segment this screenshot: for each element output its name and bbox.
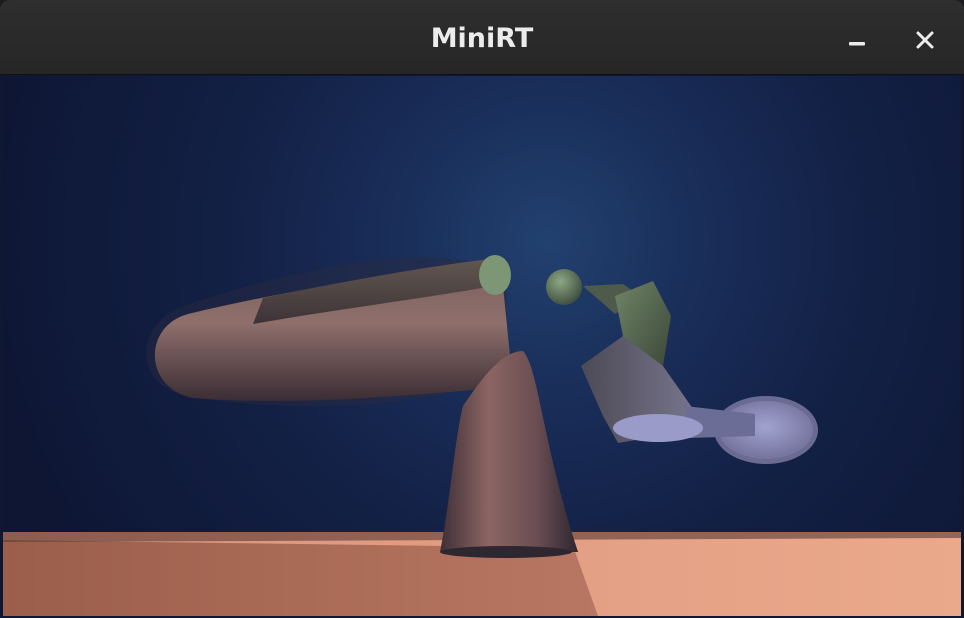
close-button[interactable]: [907, 22, 943, 58]
window-title: MiniRT: [430, 23, 534, 54]
titlebar[interactable]: MiniRT: [0, 0, 964, 75]
minimize-icon: [849, 42, 865, 46]
close-icon: [916, 31, 934, 49]
app-window: MiniRT: [0, 0, 964, 618]
green-ball-object: [546, 269, 582, 305]
minimize-button[interactable]: [839, 22, 875, 58]
raytraced-scene: [3, 76, 961, 616]
render-viewport[interactable]: [3, 76, 961, 616]
